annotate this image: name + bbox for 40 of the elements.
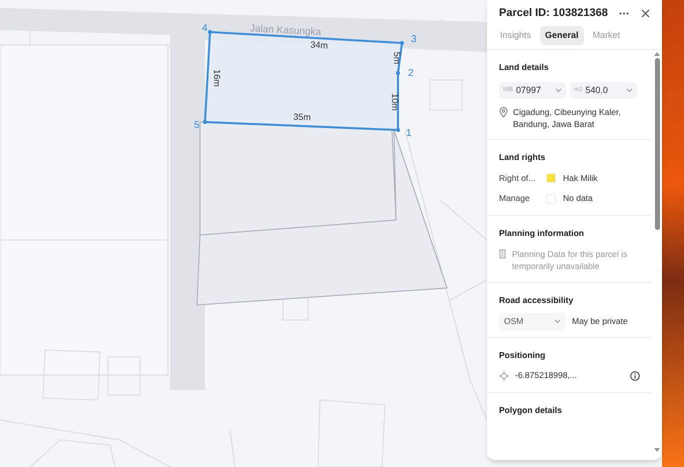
crosshair-icon — [499, 370, 509, 381]
field-value: No data — [563, 192, 593, 205]
edge-length-label: 16m — [212, 69, 222, 87]
close-icon[interactable] — [641, 8, 650, 18]
section-heading: Land rights — [498, 150, 546, 164]
edge-length-label: 10m — [390, 93, 400, 111]
dropdown[interactable]: OSM — [499, 312, 566, 330]
section-heading: Road accessibility — [498, 294, 574, 306]
address-text: Cigadung, Cibeunying Kaler, Bandung, Jawa Barat — [513, 106, 622, 130]
field-value: Hak Milik — [563, 172, 598, 184]
document-icon — [499, 248, 507, 259]
edge-length-label: 34m — [310, 40, 328, 50]
scroll-down-arrow-icon[interactable] — [654, 448, 660, 452]
vertex-label: 4 — [202, 23, 208, 34]
street-label: Jalan Kasungka — [250, 23, 322, 38]
vertex-label: 1 — [406, 128, 412, 139]
info-icon[interactable] — [630, 370, 640, 381]
section-heading: Land details — [498, 61, 550, 74]
vertex-label: 3 — [411, 34, 417, 45]
chevron-icon — [554, 319, 561, 324]
more-icon[interactable] — [619, 12, 629, 14]
section-heading: Planning information — [498, 227, 585, 240]
edge-length-label: 5m — [392, 52, 402, 64]
field-label: Manage — [499, 192, 531, 205]
vertex-label: 5 — [194, 120, 200, 131]
scroll-up-arrow-icon[interactable] — [654, 52, 660, 56]
field-label: Right of... — [499, 172, 536, 184]
location-pin-icon — [499, 106, 508, 118]
panel-title: Parcel ID: 103821368 — [499, 6, 608, 21]
section-heading: Polygon details — [498, 404, 563, 417]
chevron-icon — [555, 88, 562, 93]
tab[interactable]: General — [540, 26, 584, 46]
field-value: May be private — [572, 315, 628, 328]
scrollbar-thumb[interactable] — [654, 58, 660, 230]
coordinates-text: -6.875218998,... — [515, 369, 578, 382]
planning-message: Planning Data for this parcel is temporarily unavailable — [512, 248, 628, 272]
edge-length-label: 35m — [293, 112, 312, 122]
vertex-label: 2 — [408, 68, 414, 79]
section-heading: Positioning — [498, 348, 546, 362]
chevron-icon — [626, 88, 633, 93]
